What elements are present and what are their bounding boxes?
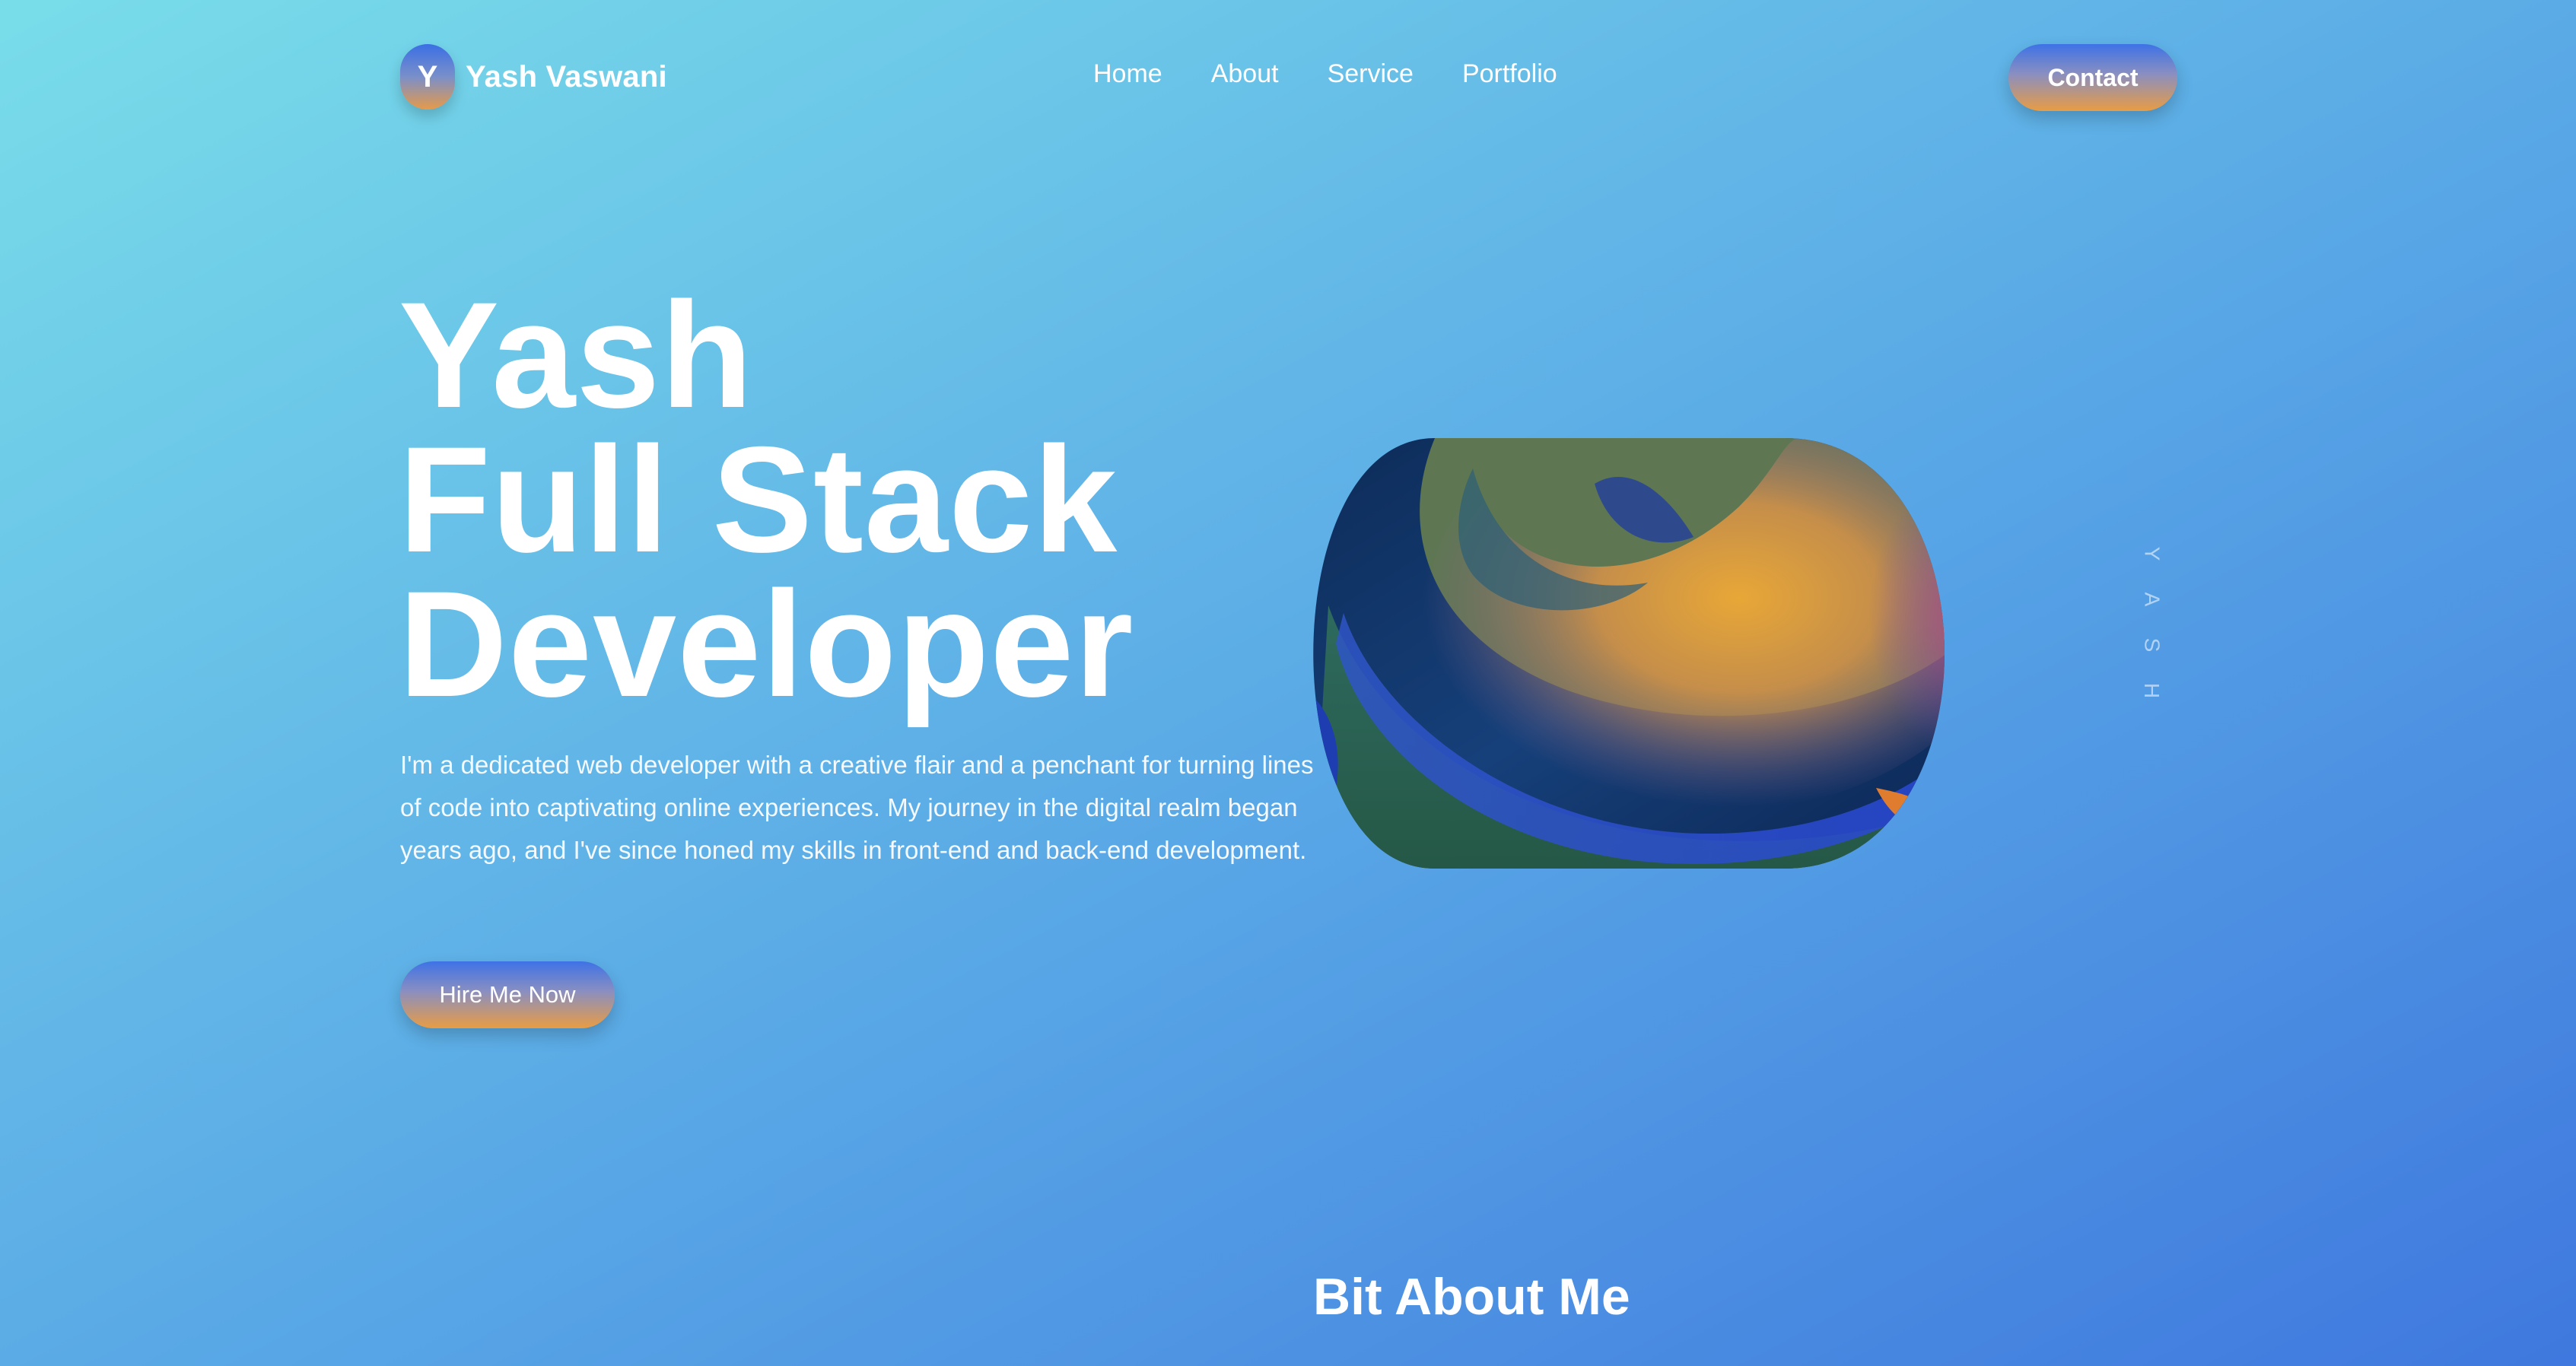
hero-title: Yash Full Stack Developer [399,271,1134,728]
site-name: Yash Vaswani [466,59,667,94]
hero-title-line-1: Yash [399,271,754,439]
nav-service[interactable]: Service [1328,59,1414,89]
main-nav: Home About Service Portfolio [1093,59,1557,89]
about-heading: Bit About Me [1313,1268,1630,1326]
contact-button[interactable]: Contact [2008,44,2177,111]
abstract-3d-shape-image [1313,438,1998,869]
hero-description: I'm a dedicated web developer with a cre… [400,751,1314,864]
page-background: Y Yash Vaswani Home About Service Portfo… [0,0,2576,1366]
logo-badge: Y [400,44,455,110]
hire-me-button[interactable]: Hire Me Now [400,961,615,1028]
side-letter: H [2139,682,2164,699]
side-letter: Y [2140,546,2164,561]
hero-title-line-2: Full Stack [399,415,1118,583]
side-letter: S [2140,637,2164,653]
logo[interactable]: Y Yash Vaswani [400,44,667,110]
nav-about[interactable]: About [1211,59,1279,89]
nav-portfolio[interactable]: Portfolio [1462,59,1557,89]
background-gradient [0,0,2576,1366]
side-vertical-text: Y A S H [2139,542,2164,703]
nav-home[interactable]: Home [1093,59,1162,89]
hero-title-line-3: Developer [399,560,1134,728]
side-letter: A [2140,592,2164,607]
